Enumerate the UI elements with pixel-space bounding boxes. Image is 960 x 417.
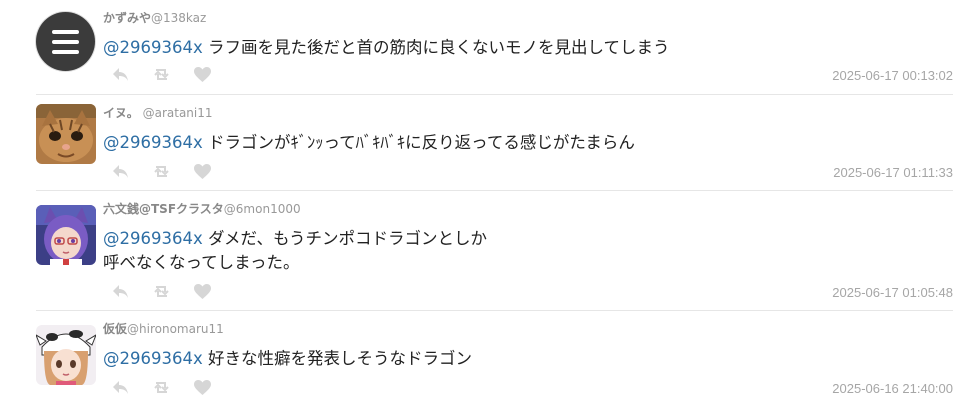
user-header: かずみや@138kaz	[103, 9, 206, 26]
reply-body: ラフ画を見た後だと首の筋肉に良くないモノを見出してしまう	[208, 38, 670, 57]
mention-link[interactable]: @2969364x	[103, 229, 203, 248]
reply-item: かずみや@138kaz @2969364x ラフ画を見た後だと首の筋肉に良くない…	[36, 0, 953, 94]
action-bar	[111, 65, 212, 83]
heart-icon[interactable]	[193, 283, 212, 300]
timestamp[interactable]: 2025-06-17 01:11:33	[833, 165, 953, 180]
reply-text: @2969364x ダメだ、もうチンポコドラゴンとしか 呼べなくなってしまった。	[103, 227, 487, 275]
user-handle[interactable]: @6mon1000	[224, 202, 301, 216]
reply-body: ドラゴンがｷﾞﾝｯってﾊﾞｷﾊﾞｷに反り返ってる感じがたまらん	[208, 133, 635, 152]
reply-item: 六文銭@TSFクラスタ@6mon1000 @2969364x ダメだ、もうチンポ…	[36, 191, 953, 310]
user-handle[interactable]: @aratani11	[143, 106, 213, 120]
retweet-icon[interactable]	[152, 163, 171, 180]
reply-icon[interactable]	[111, 379, 130, 396]
display-name[interactable]: 仮仮	[103, 322, 127, 336]
retweet-icon[interactable]	[152, 283, 171, 300]
timestamp[interactable]: 2025-06-16 21:40:00	[832, 381, 953, 396]
display-name[interactable]: かずみや	[103, 11, 151, 25]
reply-icon[interactable]	[111, 283, 130, 300]
reply-text: @2969364x 好きな性癖を発表しそうなドラゴン	[103, 347, 472, 371]
heart-icon[interactable]	[193, 66, 212, 83]
reply-item: イヌ。 @aratani11 @2969364x ドラゴンがｷﾞﾝｯってﾊﾞｷﾊ…	[36, 95, 953, 190]
user-handle[interactable]: @hironomaru11	[127, 322, 224, 336]
mention-link[interactable]: @2969364x	[103, 38, 203, 57]
user-header: 仮仮@hironomaru11	[103, 320, 224, 337]
avatar-cat[interactable]	[36, 104, 96, 164]
timestamp[interactable]: 2025-06-17 01:05:48	[832, 285, 953, 300]
avatar-anime-girl-cow[interactable]	[36, 325, 96, 385]
action-bar	[111, 282, 212, 300]
reply-text: @2969364x ドラゴンがｷﾞﾝｯってﾊﾞｷﾊﾞｷに反り返ってる感じがたまら…	[103, 131, 635, 155]
mention-link[interactable]: @2969364x	[103, 349, 203, 368]
action-bar	[111, 162, 212, 180]
reply-text: @2969364x ラフ画を見た後だと首の筋肉に良くないモノを見出してしまう	[103, 36, 670, 60]
heart-icon[interactable]	[193, 379, 212, 396]
user-handle[interactable]: @138kaz	[151, 11, 206, 25]
user-header: 六文銭@TSFクラスタ@6mon1000	[103, 200, 301, 217]
action-bar	[111, 378, 212, 396]
retweet-icon[interactable]	[152, 379, 171, 396]
reply-icon[interactable]	[111, 66, 130, 83]
avatar-anime-girl[interactable]	[36, 205, 96, 265]
mention-link[interactable]: @2969364x	[103, 133, 203, 152]
reply-item: 仮仮@hironomaru11 @2969364x 好きな性癖を発表しそうなドラ…	[36, 311, 953, 417]
display-name[interactable]: 六文銭@TSFクラスタ	[103, 202, 224, 216]
retweet-icon[interactable]	[152, 66, 171, 83]
menu-icon[interactable]	[36, 12, 95, 71]
reply-icon[interactable]	[111, 163, 130, 180]
display-name[interactable]: イヌ。	[103, 106, 139, 120]
heart-icon[interactable]	[193, 163, 212, 180]
timestamp[interactable]: 2025-06-17 00:13:02	[832, 68, 953, 83]
reply-body: 好きな性癖を発表しそうなドラゴン	[208, 349, 472, 368]
user-header: イヌ。 @aratani11	[103, 104, 213, 121]
